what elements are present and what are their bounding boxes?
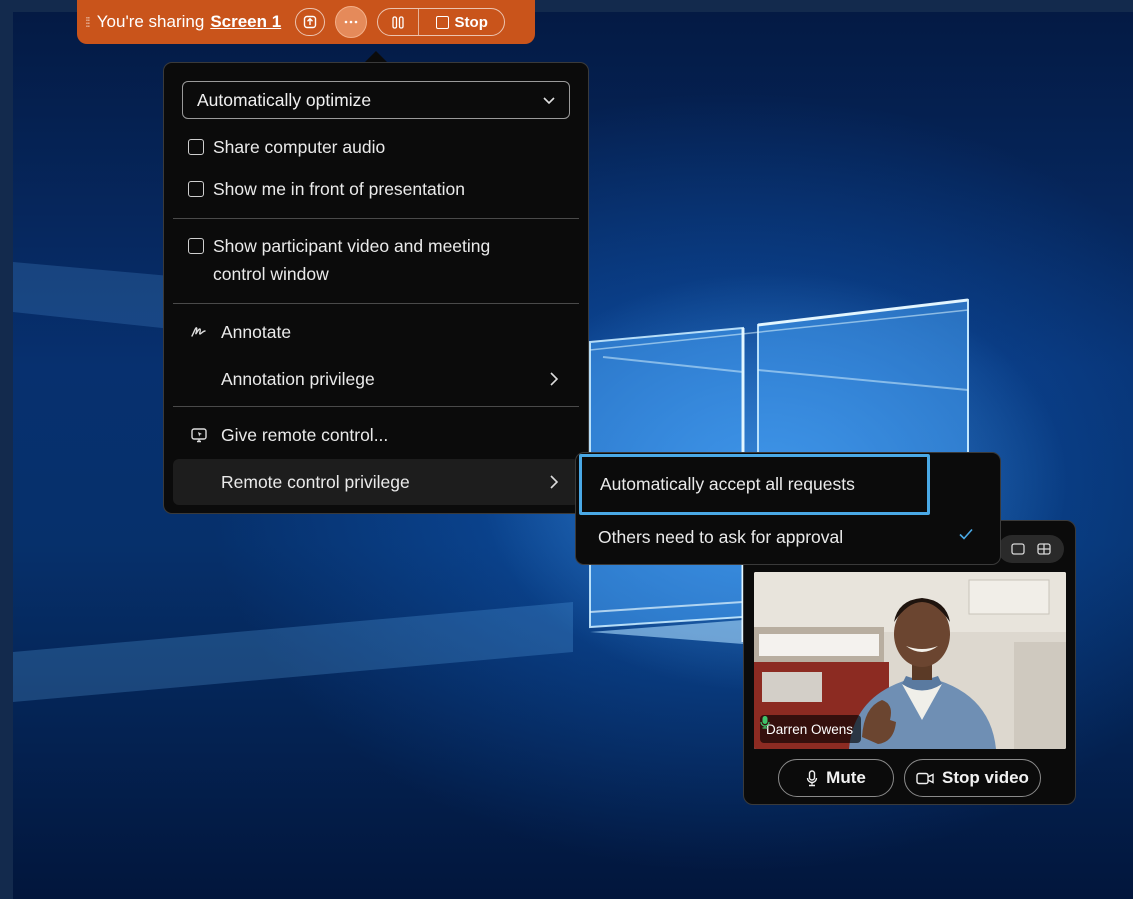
- chevron-down-icon: [543, 97, 555, 105]
- layout-toggle[interactable]: [998, 535, 1064, 563]
- give-remote-control-item[interactable]: Give remote control...: [173, 412, 579, 458]
- mute-label: Mute: [826, 768, 866, 787]
- share-content-button[interactable]: [295, 8, 326, 36]
- stop-video-button[interactable]: Stop video: [904, 759, 1041, 797]
- pause-icon: [392, 15, 404, 29]
- annotate-item[interactable]: Annotate: [173, 309, 579, 355]
- menu-divider: [173, 303, 579, 304]
- sharing-status-text: You're sharing: [96, 12, 205, 31]
- microphone-icon: [806, 769, 818, 786]
- share-icon: [304, 15, 317, 29]
- annotate-label: Annotate: [221, 321, 292, 342]
- drag-handle-icon[interactable]: ⁞⁞: [85, 14, 91, 30]
- single-view-icon[interactable]: [1011, 543, 1025, 555]
- chevron-right-icon: [550, 372, 559, 386]
- ellipsis-icon: [344, 20, 358, 24]
- share-audio-label: Share computer audio: [213, 137, 386, 157]
- menu-caret: [365, 51, 387, 62]
- optimize-dropdown-value: Automatically optimize: [197, 89, 372, 110]
- participant-name-tag: Darren Owens: [760, 715, 862, 743]
- show-participant-video-label: Show participant video and meeting contr…: [213, 232, 490, 288]
- pause-sharing-button[interactable]: [378, 9, 420, 35]
- share-audio-checkbox[interactable]: [188, 139, 204, 155]
- auto-accept-label: Automatically accept all requests: [600, 474, 855, 494]
- show-me-checkbox[interactable]: [188, 181, 204, 197]
- remote-control-privilege-item[interactable]: Remote control privilege: [173, 459, 579, 505]
- share-audio-option[interactable]: Share computer audio: [188, 133, 385, 161]
- ask-approval-option[interactable]: Others need to ask for approval: [598, 519, 843, 555]
- annotate-icon: [189, 325, 209, 339]
- show-participant-video-option[interactable]: Show participant video and meeting contr…: [188, 232, 490, 288]
- auto-accept-option[interactable]: Automatically accept all requests: [579, 454, 930, 515]
- remote-control-privilege-label: Remote control privilege: [221, 471, 410, 492]
- remote-control-privilege-submenu: Automatically accept all requests Others…: [575, 452, 1001, 565]
- sharing-bar: ⁞⁞ You're sharing Screen 1 Stop: [77, 0, 535, 44]
- show-participant-video-checkbox[interactable]: [188, 238, 204, 254]
- checkmark-icon: [959, 528, 973, 540]
- show-me-option[interactable]: Show me in front of presentation: [188, 175, 465, 203]
- show-me-label: Show me in front of presentation: [213, 179, 465, 199]
- menu-divider: [173, 218, 579, 219]
- shared-screen-link[interactable]: Screen 1: [210, 12, 281, 32]
- microphone-icon: [760, 716, 770, 729]
- menu-divider: [173, 406, 579, 407]
- show-participant-video-label-line1: Show participant video and meeting: [213, 236, 491, 256]
- share-controls-group: Stop: [377, 8, 506, 36]
- annotation-privilege-item[interactable]: Annotation privilege: [173, 356, 579, 402]
- remote-control-icon: [189, 427, 209, 443]
- mute-button[interactable]: Mute: [778, 759, 894, 797]
- stop-video-label: Stop video: [942, 768, 1029, 787]
- share-options-menu: Automatically optimize Share computer au…: [163, 62, 589, 514]
- show-participant-video-label-line2: control window: [213, 264, 329, 284]
- participant-video-tile: Darren Owens: [754, 572, 1066, 749]
- participant-name: Darren Owens: [766, 721, 854, 737]
- camera-icon: [916, 772, 934, 784]
- stop-sharing-label: Stop: [454, 13, 488, 31]
- stop-icon: [435, 15, 449, 29]
- grid-view-icon[interactable]: [1037, 543, 1051, 555]
- ask-approval-label: Others need to ask for approval: [598, 526, 844, 547]
- annotation-privilege-label: Annotation privilege: [221, 368, 375, 389]
- chevron-right-icon: [550, 475, 559, 489]
- more-options-button[interactable]: [335, 6, 368, 38]
- stop-sharing-button[interactable]: Stop: [419, 14, 504, 31]
- optimize-dropdown[interactable]: Automatically optimize: [182, 81, 570, 119]
- give-remote-control-label: Give remote control...: [221, 424, 389, 445]
